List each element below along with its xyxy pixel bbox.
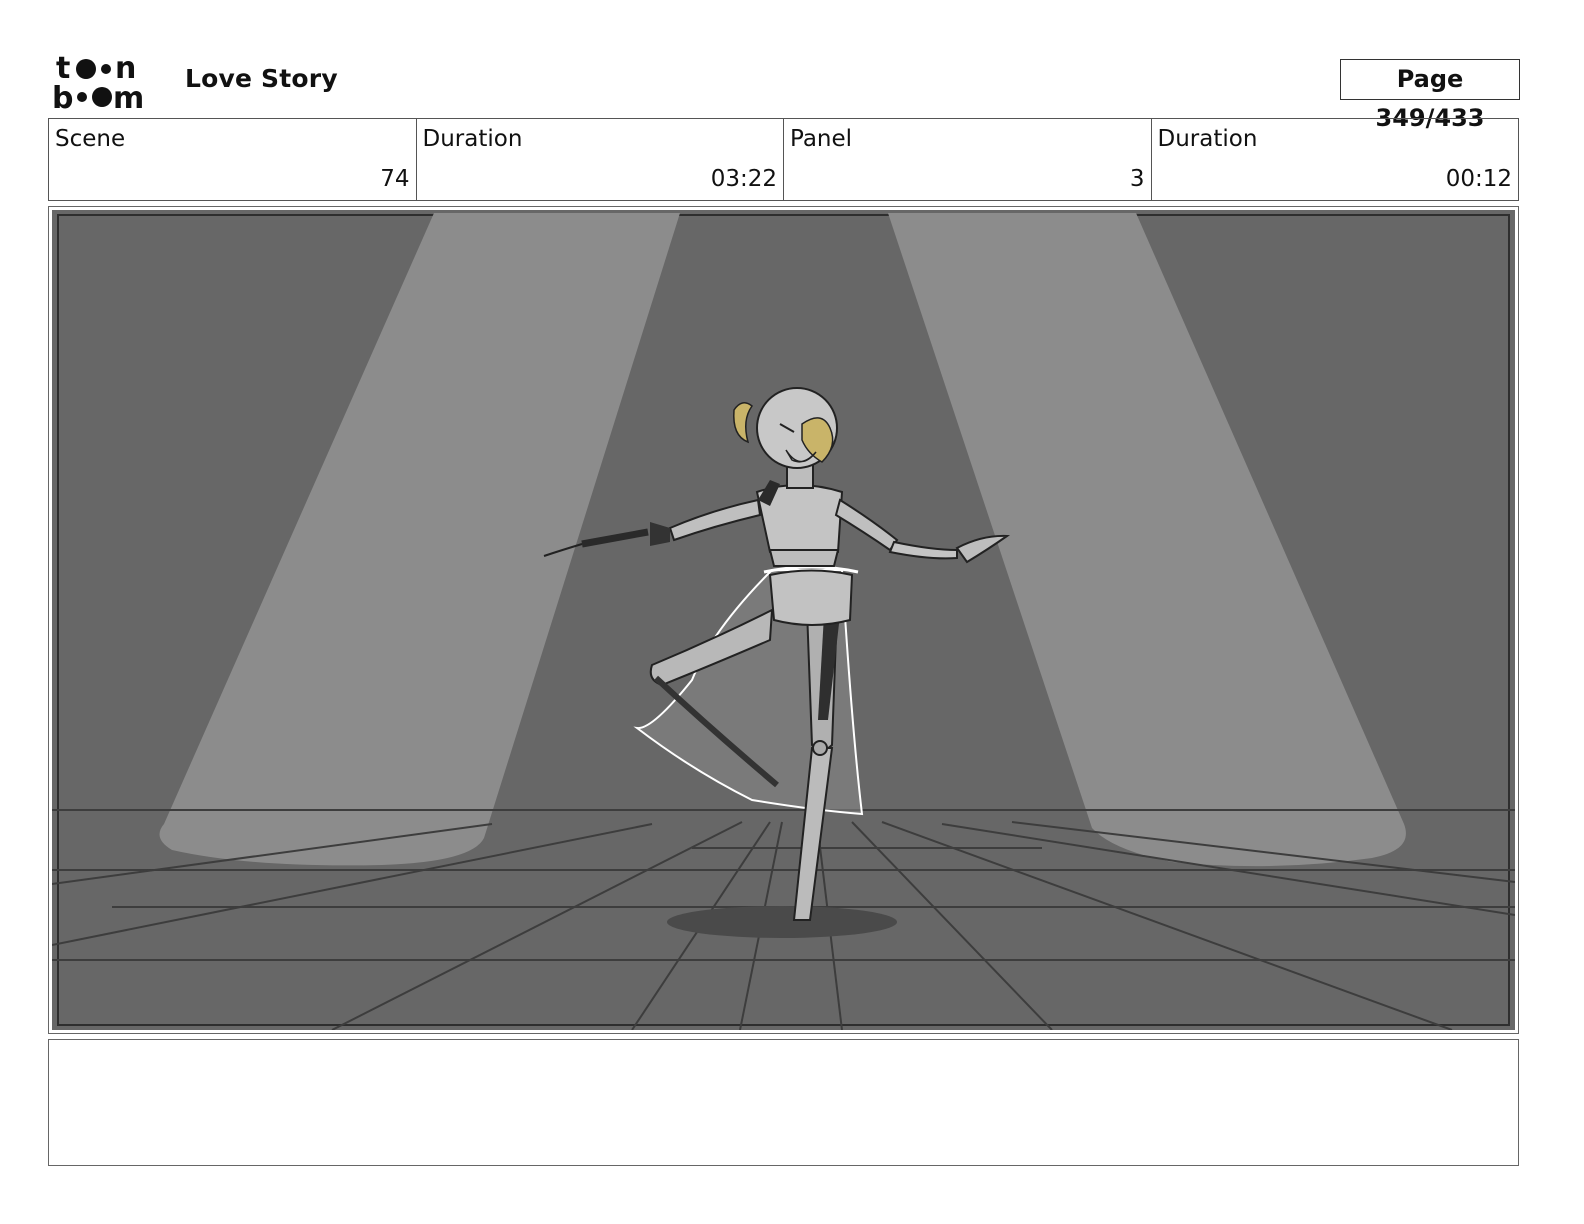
page-indicator: Page 349/433 <box>1340 59 1520 132</box>
info-value: 03:22 <box>710 166 777 192</box>
info-value: 3 <box>1129 166 1145 192</box>
info-label: Scene <box>55 126 126 152</box>
info-cell-panel: Panel 3 <box>784 119 1152 200</box>
project-title: Love Story <box>185 64 338 93</box>
scene-info-table: Scene 74 Duration 03:22 Panel 3 Duration… <box>48 118 1519 201</box>
info-label: Panel <box>790 126 853 152</box>
dancer-on-stage-sketch <box>52 210 1515 1030</box>
info-cell-panel-duration: Duration 00:12 <box>1152 119 1519 200</box>
info-cell-scene-duration: Duration 03:22 <box>417 119 784 200</box>
storyboard-panel <box>48 206 1519 1034</box>
info-label: Duration <box>422 126 523 152</box>
panel-notes <box>48 1039 1519 1166</box>
svg-text:b: b <box>52 81 73 112</box>
toonboom-logo-icon: t n b m <box>52 51 144 112</box>
info-value: 74 <box>380 166 410 192</box>
info-cell-scene: Scene 74 <box>49 119 417 200</box>
svg-text:m: m <box>113 81 144 112</box>
info-label: Duration <box>1157 126 1258 152</box>
info-value: 00:12 <box>1445 166 1512 192</box>
